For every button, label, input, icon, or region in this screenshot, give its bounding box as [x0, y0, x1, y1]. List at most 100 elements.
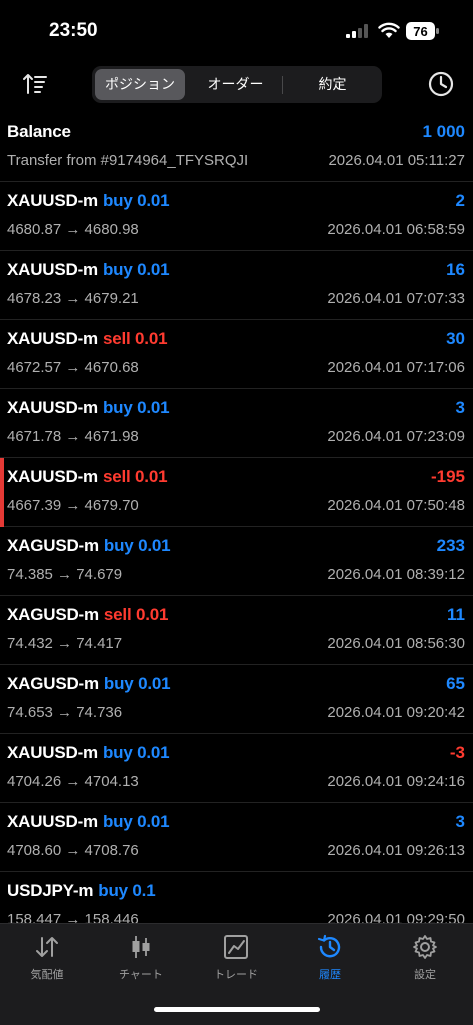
- deal-prices: 4678.23 → 4679.21: [7, 290, 139, 307]
- deal-row[interactable]: XAUUSD-m buy 0.01 16 4678.23 → 4679.21 2026.…: [0, 251, 473, 320]
- deal-row[interactable]: XAUUSD-m buy 0.01 3 4708.60 → 4708.76 2026.0…: [0, 803, 473, 872]
- deal-profit: 3: [455, 398, 465, 417]
- deal-profit: -3: [449, 743, 465, 762]
- deal-profit: 65: [446, 674, 465, 693]
- deal-side-volume: buy 0.01: [103, 674, 171, 693]
- deal-time: 2026.04.01 06:58:59: [327, 221, 465, 238]
- selected-row-marker: [0, 458, 4, 527]
- symbol-name: XAGUSD-m: [7, 536, 99, 555]
- deal-time: 2026.04.01 09:20:42: [327, 704, 465, 721]
- deal-symbol: XAGUSD-m buy 0.01: [7, 674, 171, 694]
- deal-symbol: XAUUSD-m buy 0.01: [7, 812, 170, 832]
- deal-symbol: XAUUSD-m buy 0.01: [7, 260, 170, 280]
- deal-profit: 30: [446, 329, 465, 348]
- deal-time: 2026.04.01 07:23:09: [327, 428, 465, 445]
- deal-time: 2026.04.01 07:07:33: [327, 290, 465, 307]
- status-time: 23:50: [49, 20, 98, 41]
- deal-time: 2026.04.01 08:39:12: [327, 566, 465, 583]
- balance-label: Balance: [7, 122, 71, 141]
- tab-chart-label: チャート: [119, 969, 163, 981]
- deal-side-volume: buy 0.01: [102, 812, 170, 831]
- deal-time: 2026.04.01 07:17:06: [327, 359, 465, 376]
- deal-row[interactable]: XAUUSD-m sell 0.01 -195 4667.39 → 4679.70 20…: [0, 458, 473, 527]
- deal-row[interactable]: XAUUSD-m sell 0.01 30 4672.57 → 4670.68 2026…: [0, 320, 473, 389]
- deal-time: 2026.04.01 07:50:48: [327, 497, 465, 514]
- tab-quotes-label: 気配値: [30, 969, 64, 981]
- deal-symbol: XAUUSD-m sell 0.01: [7, 329, 168, 349]
- tab-history-label: 履歴: [319, 969, 341, 981]
- segment-orders[interactable]: オーダー: [189, 69, 282, 100]
- symbol-name: XAUUSD-m: [7, 467, 98, 486]
- deal-symbol: XAUUSD-m buy 0.01: [7, 743, 170, 763]
- deal-row[interactable]: XAUUSD-m buy 0.01 3 4671.78 → 4671.98 2026.0…: [0, 389, 473, 458]
- deal-prices: 74.653 → 74.736: [7, 704, 123, 721]
- segment-deals[interactable]: 約定: [286, 69, 379, 100]
- deal-symbol: XAUUSD-m sell 0.01: [7, 467, 168, 487]
- balance-time: 2026.04.01 05:11:27: [328, 152, 465, 169]
- sort-icon[interactable]: [22, 72, 48, 96]
- deal-prices: 74.385 → 74.679: [7, 566, 123, 583]
- deal-profit: 233: [436, 536, 465, 555]
- deal-time: 2026.04.01 09:26:13: [327, 842, 465, 859]
- deal-profit: -195: [430, 467, 465, 486]
- deal-row[interactable]: USDJPY-m buy 0.1 158.447 → 158.446 2026.04.…: [0, 872, 473, 923]
- deal-prices: 4704.26 → 4704.13: [7, 773, 139, 790]
- wifi-icon: [378, 22, 400, 38]
- deal-prices: 74.432 → 74.417: [7, 635, 123, 652]
- deal-symbol: XAUUSD-m buy 0.01: [7, 191, 170, 211]
- deal-side-volume: sell 0.01: [103, 605, 169, 624]
- segment-positions[interactable]: ポジション: [95, 69, 185, 100]
- deal-side-volume: buy 0.01: [102, 398, 170, 417]
- deal-symbol: XAGUSD-m sell 0.01: [7, 605, 168, 625]
- deal-side-volume: sell 0.01: [102, 329, 168, 348]
- deal-symbol: XAUUSD-m buy 0.01: [7, 398, 170, 418]
- deal-row[interactable]: XAUUSD-m buy 0.01 -3 4704.26 → 4704.13 2026.…: [0, 734, 473, 803]
- tab-quotes[interactable]: 気配値: [0, 932, 94, 988]
- deal-symbol: USDJPY-m buy 0.1: [7, 881, 156, 901]
- tab-trade-label: トレード: [214, 969, 258, 981]
- history-clock-icon: [317, 934, 341, 958]
- deal-symbol: XAGUSD-m buy 0.01: [7, 536, 171, 556]
- deal-prices: 4667.39 → 4679.70: [7, 497, 139, 514]
- history-segment-control: ポジション オーダー 約定: [92, 66, 382, 103]
- balance-amount: 1 000: [422, 122, 465, 141]
- deal-side-volume: buy 0.01: [103, 536, 171, 555]
- deal-row[interactable]: XAGUSD-m buy 0.01 233 74.385 → 74.679 2026.0…: [0, 527, 473, 596]
- history-list[interactable]: Balance 1 000 Transfer from #9174964_TFY…: [0, 113, 473, 923]
- battery-icon: 76: [406, 22, 439, 40]
- deal-time: 2026.04.01 09:29:50: [327, 911, 465, 923]
- symbol-name: XAUUSD-m: [7, 191, 98, 210]
- deal-profit: 2: [455, 191, 465, 210]
- deal-profit: 3: [455, 812, 465, 831]
- symbol-name: XAUUSD-m: [7, 812, 98, 831]
- symbol-name: XAUUSD-m: [7, 398, 98, 417]
- balance-row[interactable]: Balance 1 000 Transfer from #9174964_TFY…: [0, 113, 473, 182]
- deal-side-volume: sell 0.01: [102, 467, 168, 486]
- deal-row[interactable]: XAGUSD-m sell 0.01 11 74.432 → 74.417 2026.0…: [0, 596, 473, 665]
- deal-prices: 4672.57 → 4670.68: [7, 359, 139, 376]
- deal-row[interactable]: XAUUSD-m buy 0.01 2 4680.87 → 4680.98 2026.0…: [0, 182, 473, 251]
- symbol-name: USDJPY-m: [7, 881, 94, 900]
- period-clock-icon[interactable]: [428, 71, 454, 97]
- deal-prices: 4708.60 → 4708.76: [7, 842, 139, 859]
- deal-prices: 158.447 → 158.446: [7, 911, 139, 923]
- cellular-signal-icon: [346, 24, 368, 38]
- deal-prices: 4680.87 → 4680.98: [7, 221, 139, 238]
- status-bar: 23:50 76: [0, 0, 473, 60]
- tab-settings[interactable]: 設定: [378, 932, 472, 988]
- tab-chart[interactable]: チャート: [94, 932, 188, 988]
- deal-time: 2026.04.01 08:56:30: [327, 635, 465, 652]
- balance-description: Transfer from #9174964_TFYSRQJI: [7, 152, 249, 169]
- deal-profit: 16: [446, 260, 465, 279]
- symbol-name: XAGUSD-m: [7, 674, 99, 693]
- tab-history[interactable]: 履歴: [283, 932, 377, 988]
- home-indicator[interactable]: [154, 1007, 320, 1012]
- deal-row[interactable]: XAGUSD-m buy 0.01 65 74.653 → 74.736 2026.04…: [0, 665, 473, 734]
- symbol-name: XAUUSD-m: [7, 329, 98, 348]
- tab-settings-label: 設定: [414, 969, 436, 981]
- tab-trade[interactable]: トレード: [189, 932, 283, 988]
- deal-prices: 4671.78 → 4671.98: [7, 428, 139, 445]
- deal-time: 2026.04.01 09:24:16: [327, 773, 465, 790]
- candlestick-chart-icon: [132, 936, 150, 958]
- gear-icon: [413, 935, 437, 959]
